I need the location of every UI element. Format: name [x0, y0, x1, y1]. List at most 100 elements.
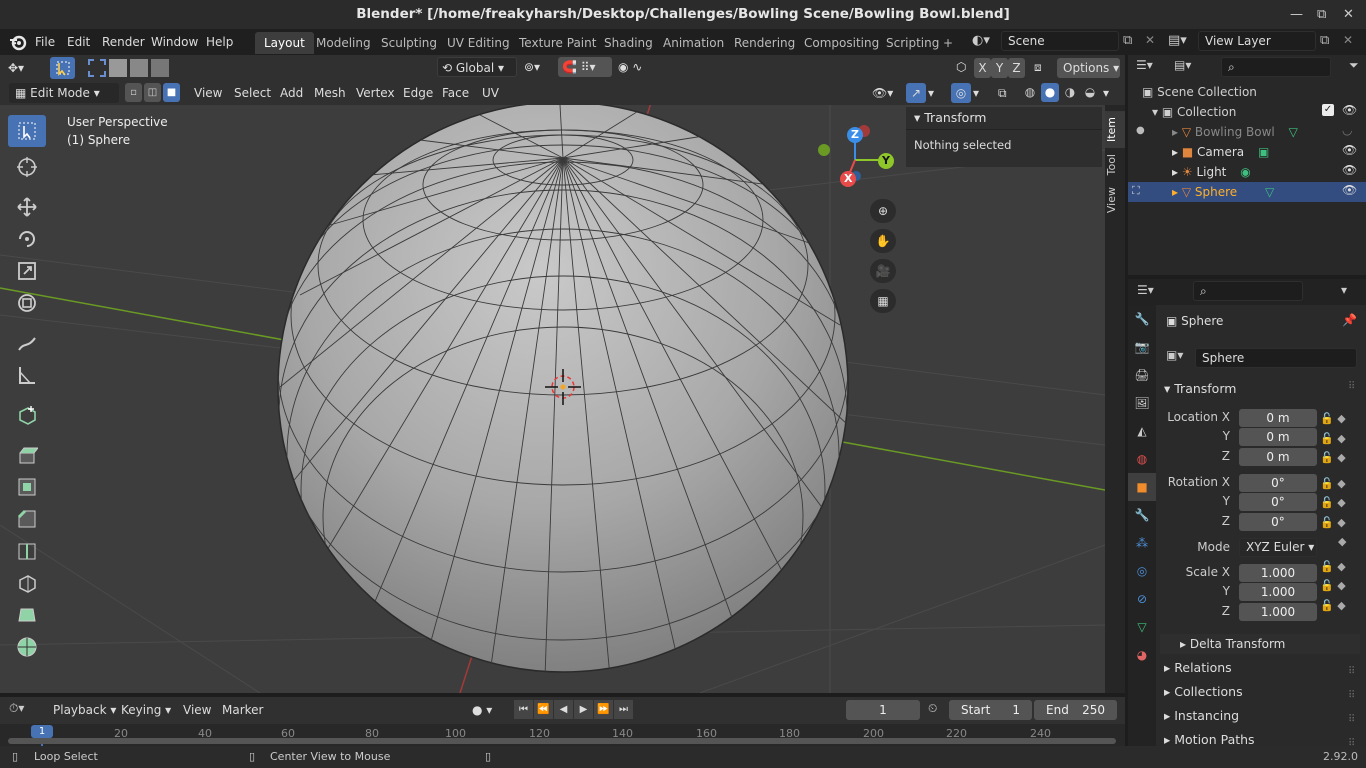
- timeline-marker-menu[interactable]: Marker: [222, 700, 263, 720]
- annotate-tool-icon[interactable]: [8, 327, 46, 359]
- navigation-gizmo[interactable]: Z Y X: [815, 120, 895, 192]
- new-view-layer-icon[interactable]: ⧉: [1320, 33, 1329, 48]
- rotation-y-field[interactable]: 0°: [1239, 493, 1317, 511]
- edge-select-mode-icon[interactable]: ◫: [144, 83, 161, 102]
- outliner-editor-type-icon[interactable]: ☰▾: [1136, 58, 1168, 78]
- output-properties-icon[interactable]: 🖨: [1128, 361, 1156, 389]
- vertex-select-mode-icon[interactable]: ▫: [125, 83, 142, 102]
- transform-orientation-dropdown[interactable]: ⟲ Global ▾: [437, 57, 517, 77]
- collection-checkbox[interactable]: ✓: [1322, 104, 1334, 116]
- gizmo-dropdown-icon[interactable]: ▾: [928, 83, 934, 103]
- collection-visibility-icon[interactable]: 👁: [1342, 103, 1357, 117]
- add-workspace-button[interactable]: +: [938, 32, 958, 54]
- overlays-dropdown-icon[interactable]: ▾: [973, 83, 979, 103]
- zoom-icon[interactable]: ⊕: [870, 199, 896, 223]
- select-extend-icon[interactable]: [109, 59, 127, 77]
- constraint-properties-icon[interactable]: ⊘: [1128, 585, 1156, 613]
- sidebar-transform-header[interactable]: ▾ Transform: [906, 107, 1102, 129]
- header-menu-mesh[interactable]: Mesh: [314, 83, 346, 103]
- poly-build-tool-icon[interactable]: [8, 599, 46, 631]
- shading-dropdown-icon[interactable]: ▾: [1103, 83, 1109, 103]
- play-reverse-icon[interactable]: ◀: [554, 700, 573, 719]
- tab-sculpting[interactable]: Sculpting: [372, 32, 446, 54]
- properties-options-icon[interactable]: ▾: [1341, 283, 1347, 297]
- menu-render[interactable]: Render: [102, 33, 145, 51]
- location-x-field[interactable]: 0 m: [1239, 409, 1317, 427]
- end-frame-field[interactable]: End 250: [1034, 700, 1117, 720]
- inset-faces-tool-icon[interactable]: [8, 471, 46, 503]
- tab-texture-paint[interactable]: Texture Paint: [510, 32, 605, 54]
- render-properties-icon[interactable]: 📷: [1128, 333, 1156, 361]
- pivot-point-icon[interactable]: ⊚▾: [524, 57, 540, 77]
- sphere-edit-mode-icon[interactable]: ⛶: [1132, 184, 1140, 198]
- tab-tool[interactable]: Tool: [1105, 148, 1125, 181]
- view-layer-icon[interactable]: ▤▾: [1168, 33, 1196, 48]
- timeline-view-menu[interactable]: View: [183, 700, 211, 720]
- preview-range-icon[interactable]: ⏲: [928, 701, 937, 716]
- keyframe-icon[interactable]: ◆: [1320, 532, 1356, 552]
- location-y-field[interactable]: 0 m: [1239, 428, 1317, 446]
- mirror-icon[interactable]: ⬡: [956, 57, 966, 77]
- close-button[interactable]: ✕: [1343, 0, 1354, 29]
- jump-keyframe-back-icon[interactable]: ⏪: [534, 700, 553, 719]
- spin-tool-icon[interactable]: [8, 631, 46, 663]
- rotation-mode-dropdown[interactable]: XYZ Euler ▾: [1239, 538, 1317, 557]
- selection-mode-buttons[interactable]: [88, 59, 184, 77]
- playhead-frame-indicator[interactable]: 1: [31, 725, 53, 738]
- shading-mode-buttons[interactable]: ◍ ● ◑ ◒: [1021, 83, 1101, 103]
- outliner-row-sphere[interactable]: ▸ ▽ Sphere ▽: [1128, 182, 1366, 202]
- camera-view-icon[interactable]: 🎥: [870, 259, 896, 283]
- jump-start-icon[interactable]: ⏮: [514, 700, 533, 719]
- header-menu-select[interactable]: Select: [234, 83, 271, 103]
- instancing-panel-header[interactable]: ▸ Instancing: [1164, 708, 1239, 723]
- rendered-shading-icon[interactable]: ◒: [1081, 83, 1099, 102]
- properties-search-input[interactable]: ⌕: [1193, 281, 1303, 301]
- rotate-tool-icon[interactable]: [8, 223, 46, 255]
- start-frame-field[interactable]: Start 1: [949, 700, 1032, 720]
- select-intersect-icon[interactable]: [151, 59, 169, 77]
- tab-modeling[interactable]: Modeling: [307, 32, 380, 54]
- bevel-tool-icon[interactable]: [8, 503, 46, 535]
- material-properties-icon[interactable]: ◕: [1128, 641, 1156, 669]
- outliner-row-camera[interactable]: ▸ ■ Camera ▣: [1128, 142, 1366, 162]
- snap-toggle-icon[interactable]: 🧲 ⠿▾: [558, 57, 612, 77]
- add-cube-tool-icon[interactable]: [8, 399, 46, 431]
- modifier-properties-icon[interactable]: 🔧: [1128, 501, 1156, 529]
- lock-icon[interactable]: 🔓 ◆: [1320, 429, 1356, 449]
- 3d-viewport[interactable]: [0, 105, 1105, 693]
- jump-keyframe-forward-icon[interactable]: ⏩: [594, 700, 613, 719]
- timeline-keying-menu[interactable]: Keying ▾: [121, 700, 171, 720]
- delta-transform-subpanel[interactable]: ▸ Delta Transform: [1160, 634, 1360, 654]
- mirror-x-toggle[interactable]: X: [974, 58, 991, 78]
- outliner-filter-icon[interactable]: ⏷: [1349, 58, 1359, 73]
- xray-toggle-icon[interactable]: ⧉: [998, 83, 1007, 103]
- measure-tool-icon[interactable]: [8, 359, 46, 391]
- scene-selector-icon[interactable]: ◐▾: [972, 33, 1000, 51]
- object-name-field[interactable]: Sphere: [1195, 348, 1357, 368]
- lock-icon[interactable]: 🔓 ◆: [1320, 513, 1356, 533]
- tab-compositing[interactable]: Compositing: [795, 32, 888, 54]
- move-tool-icon[interactable]: [8, 191, 46, 223]
- tool-properties-icon[interactable]: 🔧: [1128, 305, 1156, 333]
- data-properties-icon[interactable]: ▽: [1128, 613, 1156, 641]
- current-frame-field[interactable]: 1: [846, 700, 920, 720]
- tab-view[interactable]: View: [1105, 181, 1125, 219]
- menu-help[interactable]: Help: [206, 33, 233, 51]
- select-subtract-icon[interactable]: [130, 59, 148, 77]
- overlays-toggle-icon[interactable]: ◎: [951, 83, 971, 103]
- timeline-playback-menu[interactable]: Playback ▾: [53, 700, 116, 720]
- options-dropdown[interactable]: Options ▾: [1057, 58, 1120, 78]
- minimize-button[interactable]: —: [1290, 0, 1303, 29]
- camera-visibility-icon[interactable]: 👁: [1342, 143, 1357, 157]
- scale-z-field[interactable]: 1.000: [1239, 603, 1317, 621]
- header-menu-add[interactable]: Add: [280, 83, 303, 103]
- scene-name-field[interactable]: Scene: [1001, 31, 1119, 51]
- auto-keying-icon[interactable]: ● ▾: [472, 700, 504, 720]
- pan-hand-icon[interactable]: ✋: [870, 229, 896, 253]
- mode-dropdown[interactable]: ▦ Edit Mode ▾: [9, 83, 119, 103]
- bowling-bowl-hidden-icon[interactable]: ◡: [1342, 123, 1352, 137]
- tab-animation[interactable]: Animation: [654, 32, 733, 54]
- sphere-visibility-icon[interactable]: 👁: [1342, 183, 1357, 197]
- lock-icon[interactable]: 🔓 ◆: [1320, 576, 1356, 596]
- outliner-row-light[interactable]: ▸ ☀ Light ◉: [1128, 162, 1366, 182]
